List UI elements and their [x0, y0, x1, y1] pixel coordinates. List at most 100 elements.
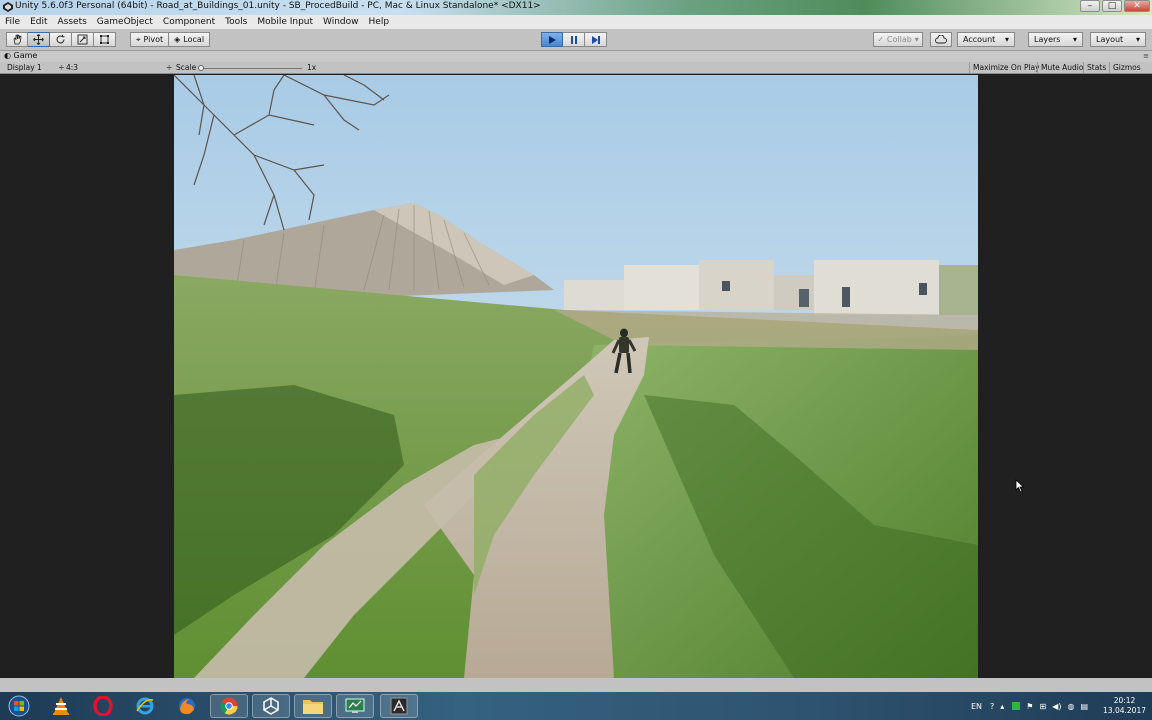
taskbar-vlc[interactable]	[42, 694, 80, 718]
display-label: Display 1	[7, 63, 42, 72]
main-toolbar: ⌖ Pivot ◈ Local ✓ Collab ▾ Account ▾ Lay…	[0, 29, 1152, 51]
collab-button[interactable]: ✓ Collab ▾	[873, 32, 923, 47]
taskbar-game-app[interactable]	[380, 694, 418, 718]
taskbar-unity[interactable]	[252, 694, 290, 718]
play-button[interactable]	[541, 32, 563, 47]
windows-flag-icon[interactable]: ⊞	[1039, 702, 1046, 711]
window-controls: – □ ✕	[1080, 0, 1150, 14]
network-icon[interactable]: ◍	[1067, 702, 1074, 711]
game-viewport[interactable]	[0, 75, 1152, 678]
monitor-app-icon	[345, 698, 365, 713]
menu-window[interactable]: Window	[318, 17, 364, 27]
aspect-dropdown-arrow-icon[interactable]: ÷	[166, 63, 172, 72]
tray-flag-icon[interactable]: ⚑	[1026, 702, 1033, 711]
account-dropdown[interactable]: Account ▾	[957, 32, 1015, 47]
game-render[interactable]	[174, 75, 978, 678]
aspect-label: 4:3	[66, 63, 79, 72]
close-button[interactable]: ✕	[1124, 0, 1150, 12]
help-icon[interactable]: ?	[990, 702, 994, 711]
scale-slider-handle[interactable]	[198, 65, 204, 71]
cloud-controls	[930, 32, 952, 47]
vlc-cone-icon	[53, 697, 69, 715]
rotate-tool-button[interactable]	[50, 32, 72, 47]
show-hidden-icons[interactable]: ▴	[1000, 702, 1004, 711]
pause-button[interactable]	[563, 32, 585, 47]
menu-edit[interactable]: Edit	[25, 17, 52, 27]
menu-assets[interactable]: Assets	[53, 17, 92, 27]
volume-icon[interactable]: ◀)	[1052, 702, 1061, 711]
taskbar-file-explorer[interactable]	[294, 694, 332, 718]
move-tool-button[interactable]	[28, 32, 50, 47]
scale-icon	[77, 34, 88, 45]
window-titlebar: Unity 5.6.0f3 Personal (64bit) - Road_at…	[0, 0, 1152, 15]
step-forward-icon	[591, 35, 600, 44]
game-app-icon	[390, 697, 408, 715]
tab-game[interactable]: ◐ Game	[4, 51, 37, 60]
collab-label: Collab	[886, 35, 912, 44]
display-dropdown[interactable]: Display 1 ÷	[7, 63, 65, 72]
layout-dropdown[interactable]: Layout ▾	[1090, 32, 1146, 47]
tab-game-label: Game	[13, 51, 38, 60]
language-indicator[interactable]: EN	[971, 702, 982, 711]
menu-tools[interactable]: Tools	[220, 17, 252, 27]
account-controls: Account ▾	[957, 32, 1015, 47]
taskbar-system-app[interactable]	[336, 694, 374, 718]
clock-date: 13.04.2017	[1103, 706, 1146, 715]
menu-file[interactable]: File	[0, 17, 25, 27]
clock-time: 20:12	[1113, 696, 1136, 705]
local-toggle-button[interactable]: ◈ Local	[169, 32, 211, 47]
firefox-icon	[179, 698, 195, 715]
gizmos-toggle[interactable]: Gizmos	[1109, 62, 1144, 73]
action-center-icon[interactable]: ▤	[1080, 702, 1088, 711]
taskbar-opera[interactable]	[84, 694, 122, 718]
start-button[interactable]	[0, 694, 38, 718]
panel-menu-icon[interactable]: ≡	[1143, 52, 1149, 60]
menu-gameobject[interactable]: GameObject	[92, 17, 158, 27]
hand-icon	[13, 34, 21, 45]
collab-controls: ✓ Collab ▾	[873, 32, 923, 47]
cloud-button[interactable]	[930, 32, 952, 47]
tray-green-icon[interactable]	[1012, 702, 1021, 710]
dropdown-arrow-icon: ▾	[1004, 35, 1009, 44]
taskbar-internet-explorer[interactable]	[126, 694, 164, 718]
pivot-icon: ⌖	[136, 34, 141, 44]
scale-slider-track[interactable]	[200, 68, 302, 69]
local-icon: ◈	[174, 35, 181, 44]
cloud-icon	[935, 35, 947, 44]
scale-value: 1x	[307, 63, 317, 72]
stats-toggle[interactable]: Stats	[1083, 62, 1109, 73]
transform-tools	[6, 32, 116, 47]
layers-dropdown[interactable]: Layers ▾	[1028, 32, 1083, 47]
folder-icon	[303, 700, 323, 714]
pivot-controls: ⌖ Pivot ◈ Local	[130, 32, 211, 47]
play-icon	[549, 35, 556, 44]
maximize-button[interactable]: □	[1102, 0, 1122, 12]
opera-icon	[93, 696, 113, 716]
playback-controls	[541, 32, 607, 47]
scale-tool-button[interactable]	[72, 32, 94, 47]
rect-tool-icon	[100, 35, 109, 44]
windows-taskbar: EN ? ▴ ⚑ ⊞ ◀) ◍ ▤ 20:12 13.04.2017	[0, 692, 1152, 720]
rect-tool-button[interactable]	[94, 32, 116, 47]
system-tray: EN ? ▴ ⚑ ⊞ ◀) ◍ ▤	[971, 692, 1092, 720]
mute-audio-toggle[interactable]: Mute Audio	[1037, 62, 1086, 73]
layers-controls: Layers ▾	[1028, 32, 1083, 47]
menu-help[interactable]: Help	[364, 17, 395, 27]
hand-tool-button[interactable]	[6, 32, 28, 47]
menu-component[interactable]: Component	[158, 17, 220, 27]
dropdown-arrow-icon: ▾	[1135, 35, 1140, 44]
menu-mobile-input[interactable]: Mobile Input	[252, 17, 318, 27]
taskbar-clock[interactable]: 20:12 13.04.2017	[1103, 696, 1146, 716]
menu-bar: File Edit Assets GameObject Component To…	[0, 15, 1152, 29]
minimize-button[interactable]: –	[1080, 0, 1100, 12]
pivot-toggle-button[interactable]: ⌖ Pivot	[130, 32, 170, 47]
taskbar-firefox[interactable]	[168, 694, 206, 718]
aspect-dropdown[interactable]: 4:3	[66, 63, 78, 72]
account-label: Account	[963, 35, 996, 44]
layers-label: Layers	[1034, 35, 1061, 44]
taskbar-chrome[interactable]	[210, 694, 248, 718]
maximize-on-play-toggle[interactable]: Maximize On Play	[969, 62, 1043, 73]
step-button[interactable]	[585, 32, 607, 47]
internet-explorer-icon	[136, 697, 154, 715]
scale-label: Scale	[176, 63, 197, 72]
